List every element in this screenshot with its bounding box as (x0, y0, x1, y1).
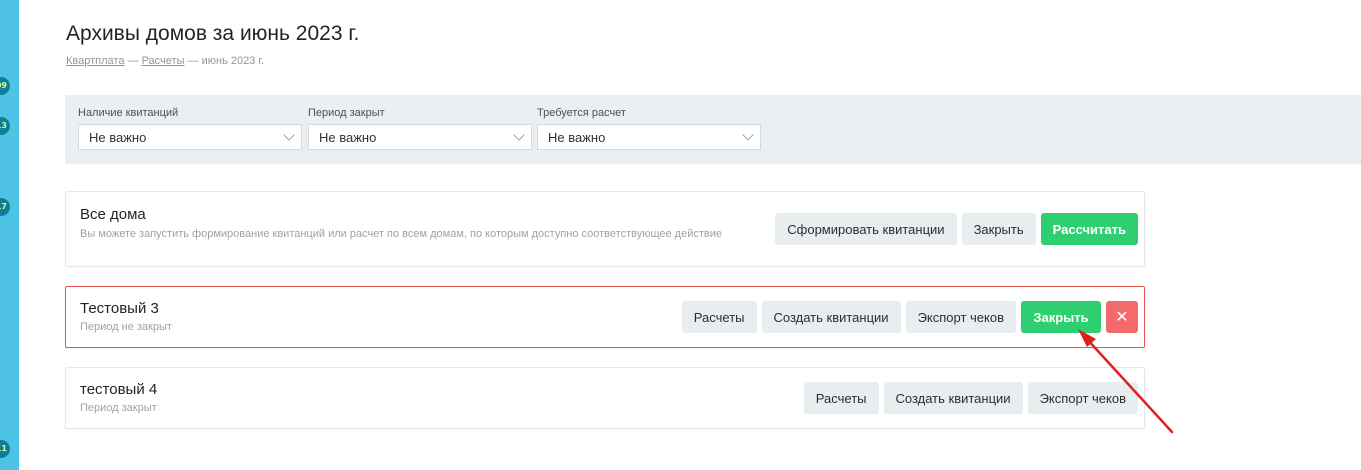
close-all-button[interactable]: Закрыть (961, 213, 1036, 245)
house-status: Период закрыт (80, 402, 157, 414)
card-subtitle: Вы можете запустить формирование квитанц… (80, 228, 722, 240)
all-houses-card: Все дома Вы можете запустить формировани… (65, 191, 1145, 267)
calculations-button[interactable]: Расчеты (681, 301, 757, 333)
filter-label: Требуется расчет (537, 107, 626, 119)
house-actions: Расчеты Создать квитанции Экспорт чеков (803, 382, 1138, 414)
sidebar-badge[interactable]: 17 (0, 198, 10, 216)
breadcrumb: Квартплата — Расчеты — июнь 2023 г. (66, 55, 264, 67)
chevron-down-icon (283, 129, 295, 141)
sidebar-badge[interactable]: 11 (0, 440, 10, 458)
breadcrumb-link-raschety[interactable]: Расчеты (142, 55, 185, 67)
sidebar: 09 13 17 11 (0, 0, 19, 470)
create-receipts-button[interactable]: Создать квитанции (883, 382, 1023, 414)
house-status: Период не закрыт (80, 321, 172, 333)
delete-button[interactable]: ✕ (1106, 301, 1138, 333)
chevron-down-icon (513, 129, 525, 141)
filter-period-closed: Период закрыт Не важно (308, 107, 532, 150)
generate-receipts-button[interactable]: Сформировать квитанции (775, 213, 957, 245)
export-checks-button[interactable]: Экспорт чеков (1027, 382, 1138, 414)
breadcrumb-current: июнь 2023 г. (201, 55, 265, 67)
filter-calc-required-select[interactable]: Не важно (537, 124, 761, 150)
filter-label: Период закрыт (308, 107, 385, 119)
filter-calc-required: Требуется расчет Не важно (537, 107, 761, 150)
chevron-down-icon (742, 129, 754, 141)
house-card-testovyi-4: тестовый 4 Период закрыт Расчеты Создать… (65, 367, 1145, 429)
filter-bar: Наличие квитанций Не важно Период закрыт… (65, 95, 1361, 164)
select-value: Не важно (89, 129, 147, 145)
calculate-all-button[interactable]: Рассчитать (1040, 213, 1138, 245)
select-value: Не важно (319, 129, 377, 145)
sidebar-badge[interactable]: 09 (0, 77, 10, 95)
house-actions: Расчеты Создать квитанции Экспорт чеков … (681, 301, 1138, 333)
export-checks-button[interactable]: Экспорт чеков (905, 301, 1016, 333)
all-houses-actions: Сформировать квитанции Закрыть Рассчитат… (775, 213, 1138, 245)
filter-label: Наличие квитанций (78, 107, 179, 119)
house-name: тестовый 4 (80, 381, 158, 398)
select-value: Не важно (548, 129, 606, 145)
breadcrumb-separator: — (184, 55, 202, 67)
sidebar-badge[interactable]: 13 (0, 117, 10, 135)
page-title: Архивы домов за июнь 2023 г. (66, 22, 360, 45)
card-title: Все дома (80, 206, 146, 223)
create-receipts-button[interactable]: Создать квитанции (761, 301, 901, 333)
filter-period-closed-select[interactable]: Не важно (308, 124, 532, 150)
house-card-testovyi-3: Тестовый 3 Период не закрыт Расчеты Созд… (65, 286, 1145, 348)
breadcrumb-separator: — (124, 55, 142, 67)
house-name: Тестовый 3 (80, 300, 159, 317)
breadcrumb-link-kvartplata[interactable]: Квартплата (66, 55, 124, 67)
calculations-button[interactable]: Расчеты (803, 382, 879, 414)
close-period-button[interactable]: Закрыть (1021, 301, 1101, 333)
filter-receipts-select[interactable]: Не важно (78, 124, 302, 150)
filter-receipts: Наличие квитанций Не важно (78, 107, 302, 150)
